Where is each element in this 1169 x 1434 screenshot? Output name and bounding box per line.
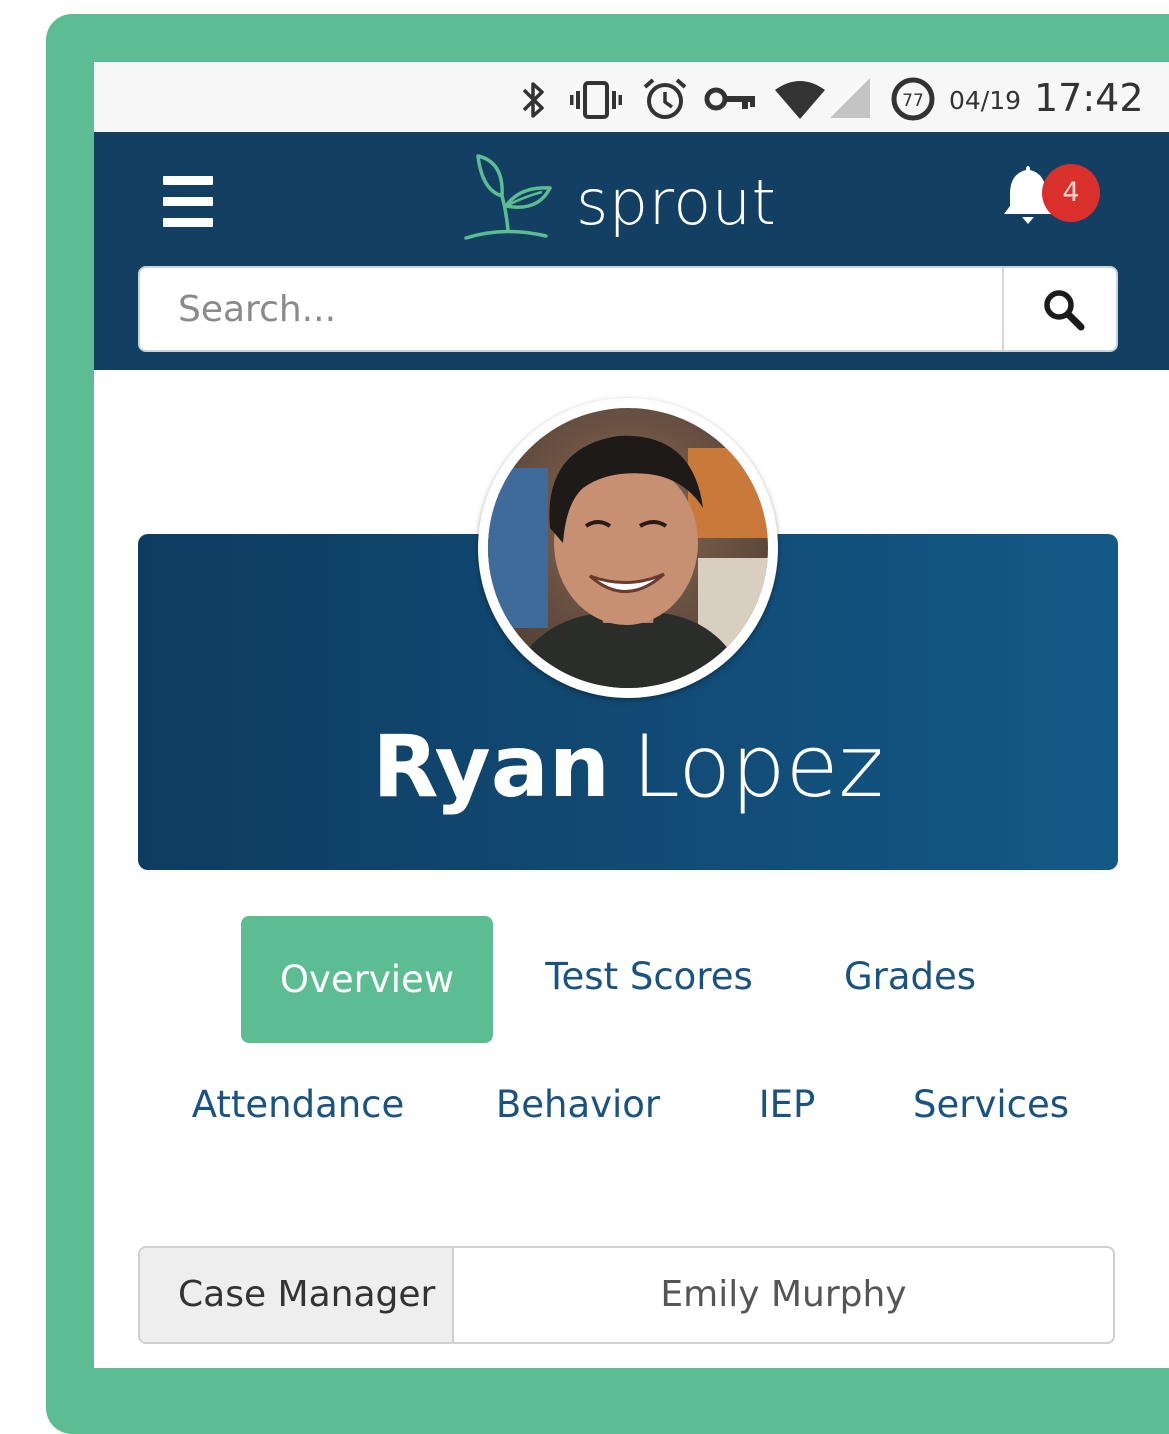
tab-iep[interactable]: IEP [742, 1086, 832, 1123]
status-time: 17:42 [1034, 76, 1144, 120]
case-manager-label: Case Manager [140, 1248, 454, 1342]
bluetooth-icon [522, 82, 544, 118]
hamburger-menu-icon[interactable] [163, 176, 213, 228]
sprout-logo: sprout [464, 150, 776, 250]
student-name: Ryan Lopez [138, 724, 1118, 810]
vibrate-icon [570, 81, 622, 119]
app-header: sprout 4 [94, 132, 1169, 370]
brand-name: sprout [576, 166, 777, 239]
case-manager-row: Case Manager Emily Murphy [138, 1246, 1115, 1344]
student-last-name: Lopez [632, 717, 884, 817]
tab-services[interactable]: Services [904, 1086, 1078, 1123]
tab-attendance[interactable]: Attendance [190, 1086, 406, 1123]
student-avatar [478, 398, 778, 698]
student-photo [488, 408, 768, 688]
battery-saver-icon: 77 [891, 77, 935, 121]
status-bar: 77 04/19 17:42 [94, 62, 1169, 132]
signal-icon [830, 78, 870, 118]
vpn-key-icon [704, 87, 755, 111]
tab-overview[interactable]: Overview [241, 916, 493, 1043]
notification-badge[interactable]: 4 [1042, 164, 1100, 222]
student-first-name: Ryan [372, 717, 610, 817]
tab-test-scores[interactable]: Test Scores [534, 958, 764, 995]
app-screen: 77 04/19 17:42 sprout 4 Search... Ryan L… [94, 62, 1169, 1368]
alarm-icon [643, 78, 687, 119]
search-bar [138, 266, 1118, 352]
search-button[interactable] [1002, 268, 1118, 350]
status-date: 04/19 [949, 86, 1022, 115]
tab-behavior[interactable]: Behavior [486, 1086, 670, 1123]
svg-text:77: 77 [902, 91, 924, 111]
tab-grades[interactable]: Grades [830, 958, 990, 995]
wifi-icon [775, 81, 825, 119]
search-icon [1044, 290, 1085, 331]
case-manager-value: Emily Murphy [660, 1274, 907, 1315]
sprout-leaf-icon [464, 154, 552, 240]
search-input[interactable] [140, 268, 1002, 350]
